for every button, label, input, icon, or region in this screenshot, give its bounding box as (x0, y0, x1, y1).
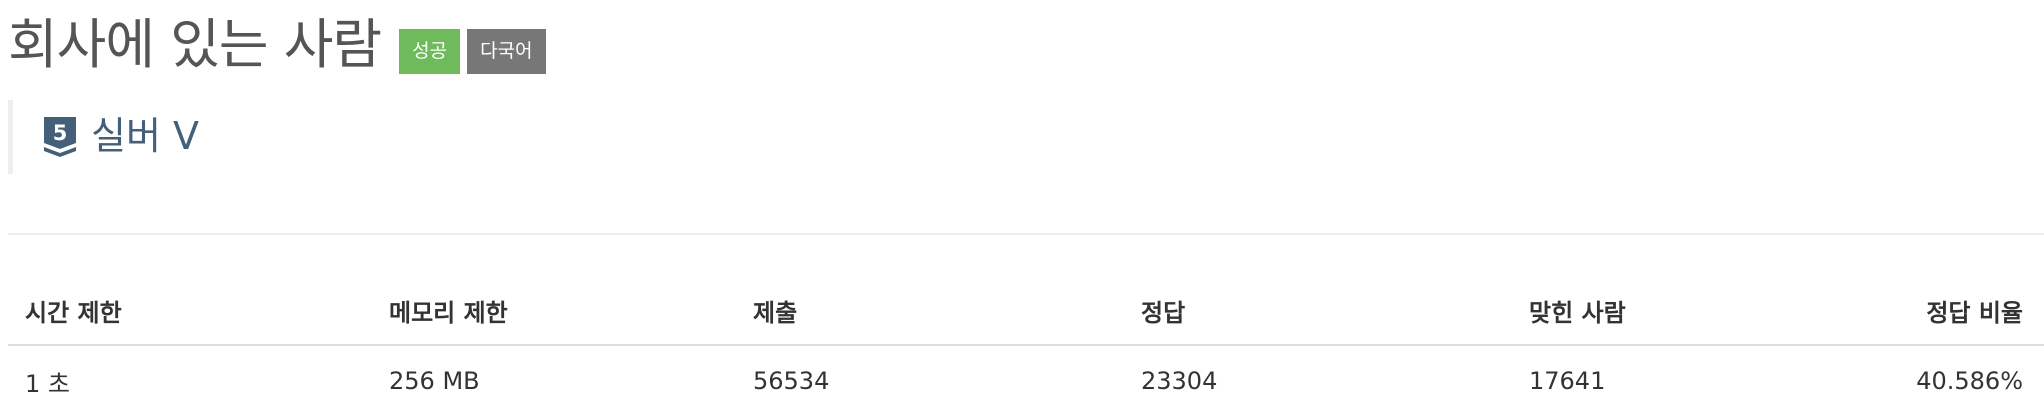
section-divider (8, 233, 2044, 235)
header-ratio: 정답 비율 (1866, 276, 2044, 346)
silver-tier-badge-icon: 5 (44, 117, 76, 157)
problem-info-table: 시간 제한 메모리 제한 제출 정답 맞힌 사람 정답 비율 1 초 256 M… (8, 276, 2044, 416)
problem-title: 회사에 있는 사람 (8, 13, 382, 76)
tier-blockquote: 5 실버 V (8, 100, 608, 174)
tier-badge-number: 5 (53, 121, 68, 145)
accepted-value: 23304 (1141, 367, 1218, 395)
header-accepted: 정답 (1124, 276, 1512, 346)
solvers-value: 17641 (1529, 367, 1606, 395)
submissions-value: 56534 (753, 367, 830, 395)
time-limit-value: 1 초 (25, 369, 70, 398)
status-badge[interactable]: 성공 (399, 28, 461, 74)
table-header-row: 시간 제한 메모리 제한 제출 정답 맞힌 사람 정답 비율 (8, 276, 2044, 346)
ratio-value: 40.586% (1916, 367, 2023, 395)
problem-header: 회사에 있는 사람 성공 다국어 (8, 10, 546, 80)
header-memory-limit: 메모리 제한 (372, 276, 736, 346)
table-row: 1 초 256 MB 56534 23304 17641 40.586% (8, 345, 2044, 416)
memory-limit-value: 256 MB (389, 367, 480, 395)
tier-label[interactable]: 실버 V (91, 108, 199, 164)
header-solvers: 맞힌 사람 (1512, 276, 1866, 346)
header-submissions: 제출 (736, 276, 1124, 346)
language-badge[interactable]: 다국어 (467, 28, 546, 74)
header-time-limit: 시간 제한 (8, 276, 372, 346)
